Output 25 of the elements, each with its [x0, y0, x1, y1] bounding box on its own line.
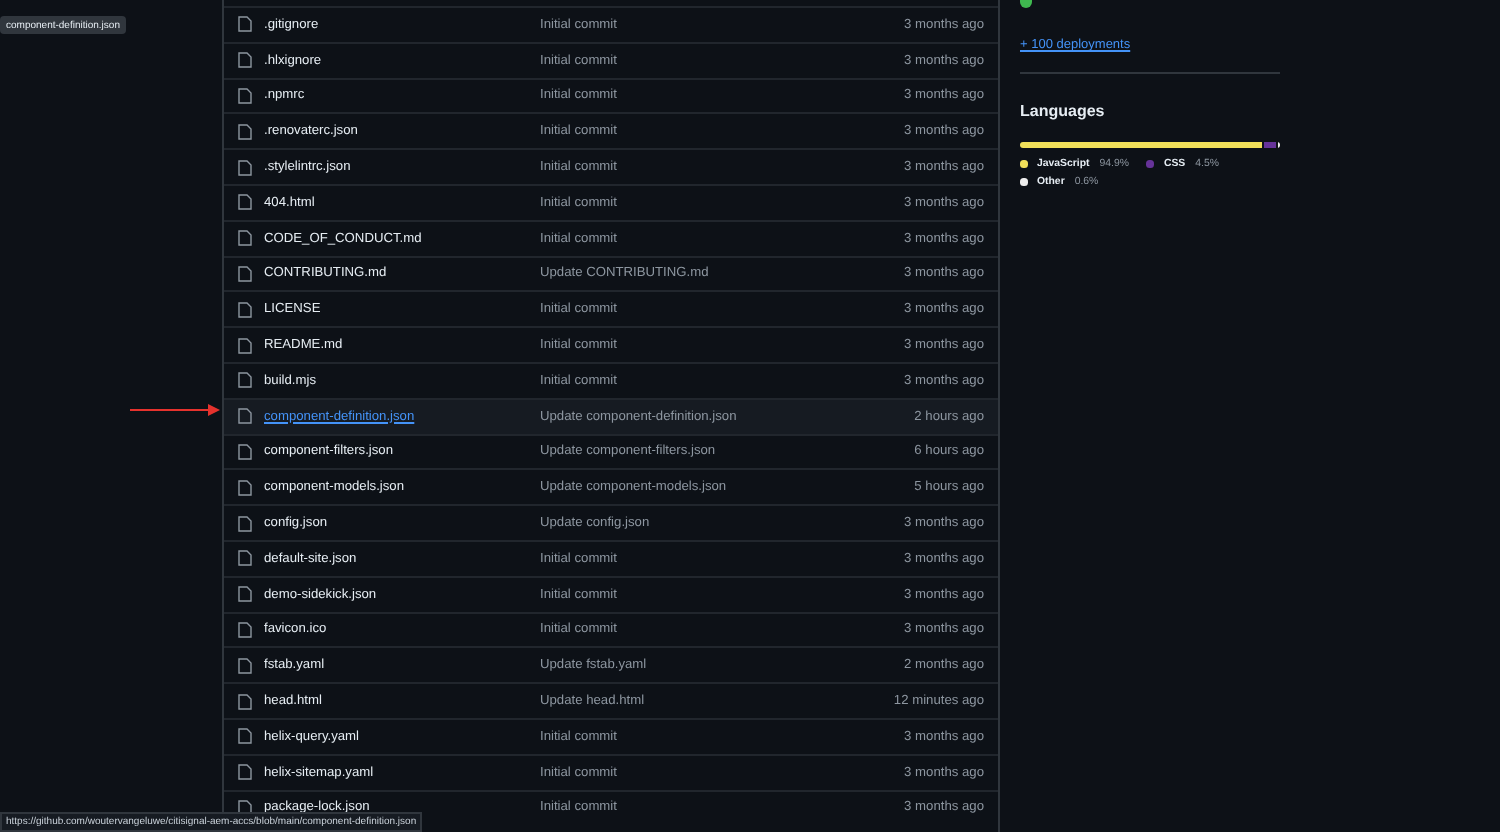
file-icon [238, 621, 252, 638]
file-icon [238, 443, 252, 460]
file-icon [238, 87, 252, 104]
file-icon [238, 657, 252, 674]
file-icon [238, 693, 252, 710]
file-icon [238, 479, 252, 496]
file-icon [238, 16, 252, 33]
file-icon [238, 408, 252, 425]
file-icon [238, 764, 252, 781]
file-icon [238, 372, 252, 389]
file-icon [238, 337, 252, 354]
file-icon [238, 194, 252, 211]
arrow [130, 404, 220, 416]
file-icon [238, 159, 252, 176]
file-icon [238, 728, 252, 745]
file-icon [238, 123, 252, 140]
section-title: Languages [1020, 102, 1105, 120]
file-icon [238, 52, 252, 69]
file-icon [238, 586, 252, 603]
file-icon [238, 550, 252, 567]
file-icon [238, 230, 252, 247]
file-icon [238, 265, 252, 282]
status-icon [1020, 0, 1032, 8]
file-icon [238, 515, 252, 532]
file-icon [238, 301, 252, 318]
